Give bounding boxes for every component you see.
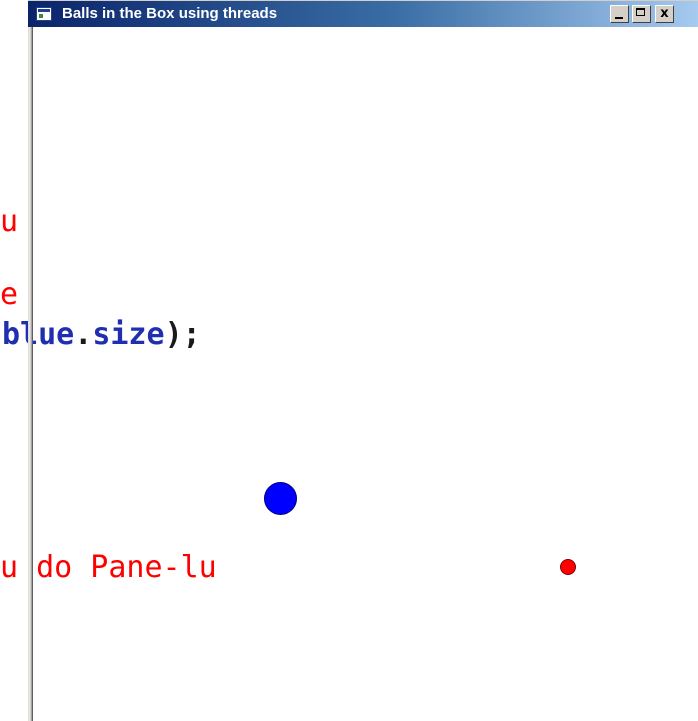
maximize-icon bbox=[636, 8, 645, 16]
maximize-button[interactable] bbox=[632, 5, 651, 23]
code-fragment-line1: u bbox=[0, 204, 19, 239]
code-fragment-line2: e bbox=[0, 277, 19, 312]
app-window-icon[interactable] bbox=[36, 7, 52, 21]
title-bar[interactable]: Balls in the Box using threads x bbox=[28, 0, 698, 27]
screen: u e blue.size); u do Pane-lu Balls in th… bbox=[0, 0, 698, 721]
blue-ball bbox=[264, 482, 297, 515]
minimize-button[interactable] bbox=[610, 5, 629, 23]
minimize-icon bbox=[615, 17, 623, 19]
close-button[interactable]: x bbox=[655, 5, 674, 23]
window-title: Balls in the Box using threads bbox=[62, 5, 278, 22]
window-left-border bbox=[28, 0, 33, 721]
app-window: Balls in the Box using threads x bbox=[28, 0, 698, 721]
red-ball bbox=[560, 559, 576, 575]
